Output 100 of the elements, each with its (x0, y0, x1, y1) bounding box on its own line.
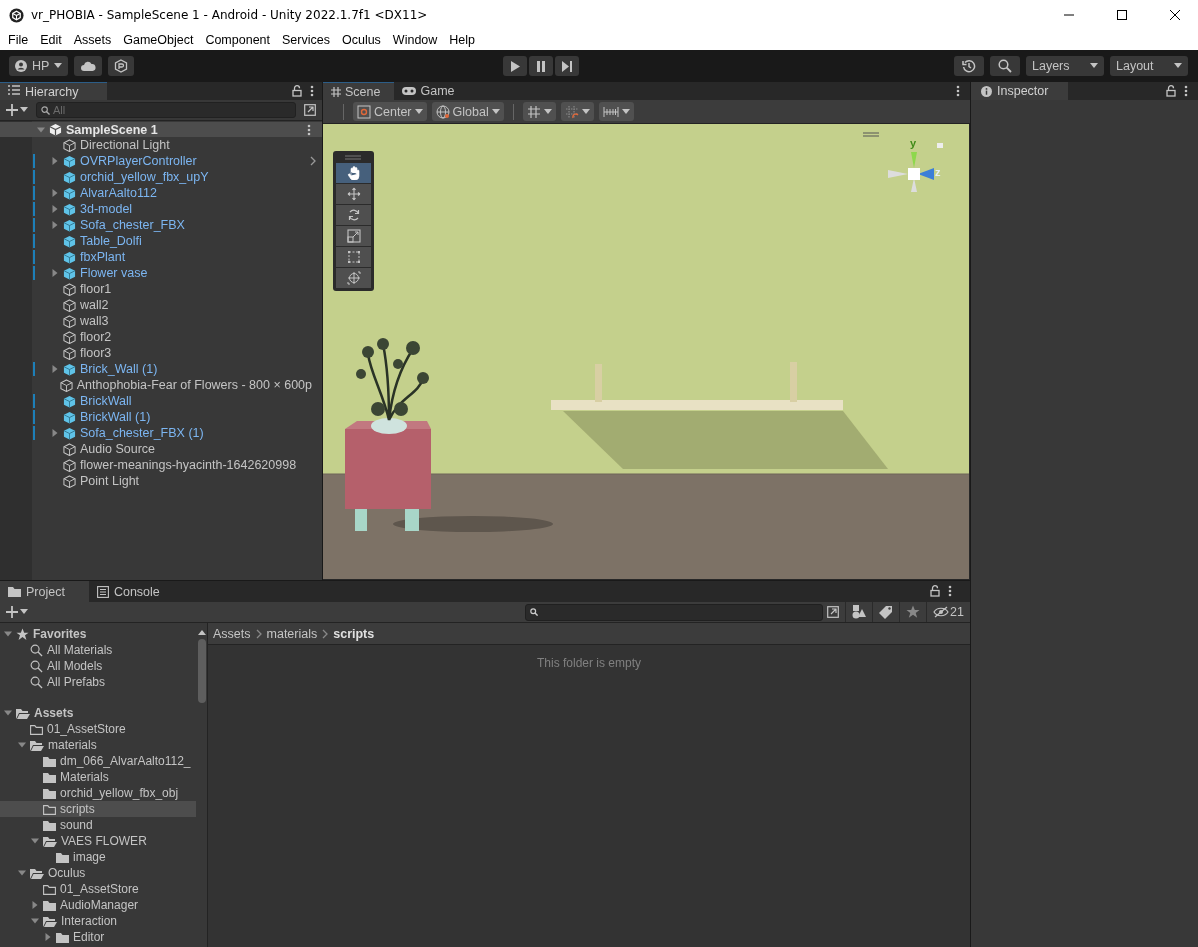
scene-row[interactable]: SampleScene 1 (0, 122, 322, 137)
rotate-tool-button[interactable] (336, 205, 371, 225)
hierarchy-item[interactable]: OVRPlayerController (80, 154, 197, 168)
project-tree-item[interactable]: dm_066_AlvarAalto112_ (0, 753, 196, 769)
expand-window-icon[interactable] (827, 606, 840, 618)
project-tree-item[interactable]: 01_AssetStore (0, 721, 196, 737)
account-dropdown[interactable]: HP (9, 56, 69, 76)
menu-item[interactable]: Window (386, 33, 444, 47)
transform-tool-button[interactable] (336, 268, 371, 288)
panel-tab[interactable]: Console (88, 581, 176, 602)
hierarchy-item[interactable]: AlvarAalto112 (80, 186, 157, 200)
collapsed-arrow-icon[interactable] (51, 269, 59, 277)
hierarchy-item[interactable]: Table_Dolfi (80, 234, 142, 248)
lock-icon[interactable] (1166, 85, 1176, 97)
layers-dropdown[interactable]: Layers (1026, 56, 1104, 76)
more-options-icon[interactable] (956, 85, 960, 97)
menu-item[interactable]: File (2, 33, 35, 47)
expanded-arrow-icon[interactable] (18, 869, 26, 877)
more-options-icon[interactable] (310, 85, 314, 97)
inspector-tab[interactable]: Inspector (971, 82, 1069, 100)
pivot-dropdown[interactable]: Center (353, 102, 427, 121)
project-tree-item[interactable]: Editor (0, 929, 196, 945)
collapsed-arrow-icon[interactable] (51, 189, 59, 197)
ruler-dropdown[interactable] (598, 102, 634, 121)
project-tree-item[interactable]: Oculus (0, 865, 196, 881)
project-tree-item[interactable]: scripts (0, 801, 196, 817)
hierarchy-item[interactable]: flower-meanings-hyacinth-1642620998 (80, 458, 297, 472)
snap-increment-dropdown[interactable] (560, 102, 594, 121)
hierarchy-item[interactable]: Point Light (80, 474, 140, 488)
expanded-arrow-icon[interactable] (4, 630, 12, 638)
collapsed-arrow-icon[interactable] (31, 901, 39, 909)
menu-item[interactable]: Oculus (335, 33, 387, 47)
project-tree-item[interactable]: sound (0, 817, 196, 833)
hierarchy-item[interactable]: floor1 (80, 282, 112, 296)
menu-item[interactable]: Help (443, 33, 482, 47)
hierarchy-item[interactable]: Audio Source (80, 442, 156, 456)
history-button[interactable] (954, 56, 984, 76)
hand-tool-button[interactable] (336, 163, 371, 183)
expanded-arrow-icon[interactable] (4, 709, 12, 717)
menu-item[interactable]: Assets (67, 33, 118, 47)
hierarchy-item[interactable]: orchid_yellow_fbx_upY (80, 170, 209, 184)
more-options-icon[interactable] (1184, 85, 1188, 97)
collapsed-arrow-icon[interactable] (51, 429, 59, 437)
expanded-arrow-icon[interactable] (31, 917, 39, 925)
project-tree-item[interactable]: Assets (0, 705, 196, 721)
hierarchy-item[interactable]: wall3 (80, 314, 109, 328)
breadcrumb-item[interactable]: materials (266, 626, 318, 641)
view-tab[interactable]: Game (394, 82, 463, 100)
scale-tool-button[interactable] (336, 226, 371, 246)
collapsed-arrow-icon[interactable] (44, 933, 52, 941)
hierarchy-item[interactable]: fbxPlant (80, 250, 126, 264)
pause-button[interactable] (528, 56, 553, 76)
drag-handle-icon[interactable] (863, 132, 879, 137)
layout-dropdown[interactable]: Layout (1110, 56, 1188, 76)
hierarchy-item[interactable]: 3d-model (80, 202, 133, 216)
scroll-up-arrow-icon[interactable] (197, 629, 206, 635)
hierarchy-item[interactable]: Sofa_chester_FBX (1) (80, 426, 204, 440)
hierarchy-item[interactable]: BrickWall (80, 394, 132, 408)
project-tree-item[interactable]: All Materials (0, 642, 196, 658)
collapsed-arrow-icon[interactable] (51, 157, 59, 165)
hierarchy-item[interactable]: wall2 (80, 298, 109, 312)
step-button[interactable] (554, 56, 579, 76)
chevron-right-icon[interactable] (310, 156, 316, 166)
hierarchy-item[interactable]: BrickWall (1) (80, 410, 151, 424)
search-field[interactable] (525, 603, 824, 621)
expanded-arrow-icon[interactable] (18, 741, 26, 749)
collab-button[interactable] (108, 56, 135, 76)
hierarchy-item[interactable]: Flower vase (80, 266, 148, 280)
project-tree-item[interactable]: materials (0, 737, 196, 753)
project-tree-item[interactable]: All Prefabs (0, 674, 196, 690)
collapsed-arrow-icon[interactable] (51, 221, 59, 229)
move-tool-button[interactable] (336, 184, 371, 204)
cloud-button[interactable] (74, 56, 103, 76)
project-tree-item[interactable]: orchid_yellow_fbx_obj (0, 785, 196, 801)
hierarchy-item[interactable]: Brick_Wall (1) (80, 362, 158, 376)
project-tree-item[interactable]: Materials (0, 769, 196, 785)
project-tree-item[interactable]: Interaction (0, 913, 196, 929)
collapsed-arrow-icon[interactable] (51, 365, 59, 373)
breadcrumb-item[interactable]: scripts (333, 626, 375, 641)
more-options-icon[interactable] (948, 585, 952, 597)
hierarchy-item[interactable]: Directional Light (80, 138, 170, 152)
project-tree-item[interactable]: Favorites (0, 626, 196, 642)
search-button[interactable] (990, 56, 1020, 76)
hierarchy-item[interactable]: Sofa_chester_FBX (80, 218, 185, 232)
project-tree-item[interactable]: VAES FLOWER (0, 833, 196, 849)
project-tree-item[interactable]: 01_AssetStore (0, 881, 196, 897)
project-tree-item[interactable]: image (0, 849, 196, 865)
collapsed-arrow-icon[interactable] (51, 205, 59, 213)
menu-item[interactable]: Component (199, 33, 276, 47)
scrollbar-thumb[interactable] (197, 639, 206, 703)
project-tree-item[interactable]: AudioManager (0, 897, 196, 913)
menu-item[interactable]: Edit (34, 33, 68, 47)
hierarchy-item[interactable]: floor3 (80, 346, 112, 360)
search-field[interactable]: All (36, 102, 296, 118)
create-dropdown[interactable] (6, 606, 28, 618)
hierarchy-item[interactable]: floor2 (80, 330, 112, 344)
view-tab[interactable]: Scene (323, 82, 395, 100)
menu-item[interactable]: Services (276, 33, 336, 47)
space-dropdown[interactable]: Global (431, 102, 504, 121)
expand-window-icon[interactable] (304, 104, 316, 116)
